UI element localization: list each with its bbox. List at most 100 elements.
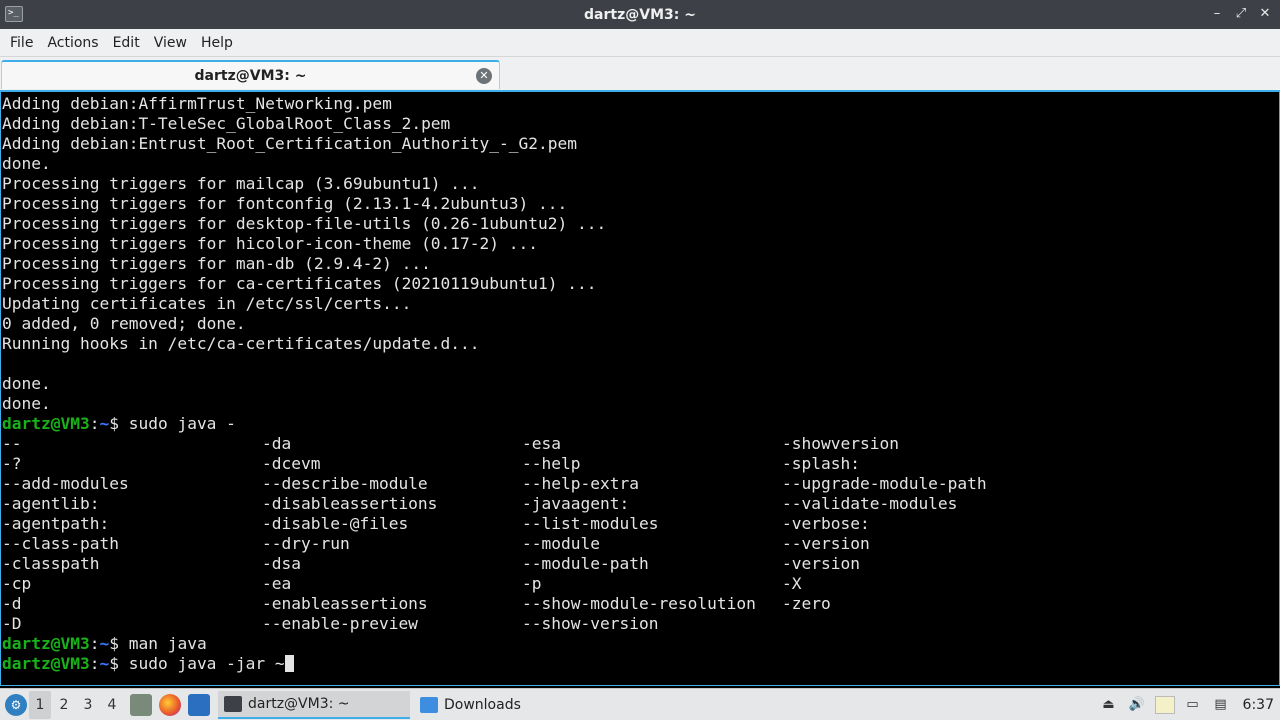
completion-option: --class-path	[2, 534, 119, 553]
terminal-app-icon[interactable]: >_	[5, 6, 23, 22]
output-line: 0 added, 0 removed; done.	[2, 314, 246, 333]
output-line: Processing triggers for mailcap (3.69ubu…	[2, 174, 480, 193]
completion-option: -showversion	[782, 434, 899, 453]
workspace-1[interactable]: 1	[29, 690, 51, 719]
output-line: done.	[2, 394, 51, 413]
output-line: Processing triggers for ca-certificates …	[2, 274, 597, 293]
tab-terminal[interactable]: dartz@VM3: ~ ✕	[1, 60, 500, 89]
prompt-separator: :	[89, 634, 100, 653]
menu-file[interactable]: File	[3, 29, 40, 57]
completion-option: --version	[782, 534, 870, 553]
completion-option: --show-module-resolution	[522, 594, 756, 613]
completion-option: --	[2, 434, 22, 453]
completion-option: --help	[522, 454, 581, 473]
prompt-path: ~	[99, 634, 110, 653]
completion-option: -esa	[522, 434, 561, 453]
completion-row: -? -dcevm --help -splash:	[1, 454, 1279, 474]
completion-option: --module-path	[522, 554, 649, 573]
completion-option: --dry-run	[262, 534, 350, 553]
completion-option: -verbose:	[782, 514, 870, 533]
command-text: sudo java -	[128, 414, 236, 433]
prompt-symbol: $	[109, 414, 129, 433]
tab-close-icon[interactable]: ✕	[476, 68, 492, 84]
menu-help[interactable]: Help	[194, 29, 240, 57]
workspace-3[interactable]: 3	[77, 691, 99, 719]
firefox-launcher-icon[interactable]	[159, 693, 181, 716]
close-button[interactable]: ✕	[1258, 6, 1272, 22]
output-line: Processing triggers for man-db (2.9.4-2)…	[2, 254, 431, 273]
output-line: Adding debian:Entrust_Root_Certification…	[2, 134, 577, 153]
completion-option: -disable-@files	[262, 514, 409, 533]
eject-icon[interactable]: ⏏	[1099, 696, 1119, 714]
output-line: Adding debian:AffirmTrust_Networking.pem	[2, 94, 392, 113]
completion-option: -agentpath:	[2, 514, 110, 533]
completion-row: -agentlib: -disableassertions -javaagent: -…	[1, 494, 1279, 514]
task-terminal[interactable]: dartz@VM3: ~	[218, 690, 410, 719]
update-notifier-icon[interactable]: ▤	[1211, 696, 1231, 714]
prompt-path: ~	[99, 654, 110, 673]
completion-row: -cp -ea -p -X	[1, 574, 1279, 594]
completion-option: --module	[522, 534, 600, 553]
output-line: Updating certificates in /etc/ssl/certs.…	[2, 294, 412, 313]
completion-option: --validate-modules	[782, 494, 958, 513]
start-menu-icon[interactable]: ⚙	[5, 693, 27, 716]
prompt-symbol: $	[109, 634, 129, 653]
prompt-user: dartz@VM3	[2, 654, 90, 673]
menu-view[interactable]: View	[147, 29, 194, 57]
completion-option: -p	[522, 574, 542, 593]
clock[interactable]: 6:37	[1243, 697, 1274, 713]
window-controls: – ⤢ ✕	[1210, 6, 1272, 22]
tab-title: dartz@VM3: ~	[194, 67, 307, 84]
completion-option: -agentlib:	[2, 494, 100, 513]
completion-option: -X	[782, 574, 802, 593]
prompt-path: ~	[99, 414, 110, 433]
prompt-line: dartz@VM3:~$ sudo java -	[1, 414, 1279, 434]
prompt-line: dartz@VM3:~$ man java	[1, 634, 1279, 654]
completion-row: -classpath -dsa --module-path -version	[1, 554, 1279, 574]
taskbar: ⚙ 1 2 3 4 dartz@VM3: ~ Downloads ⏏ 🔊 ▭ ▤…	[0, 688, 1280, 720]
menu-actions[interactable]: Actions	[40, 29, 105, 57]
menu-edit[interactable]: Edit	[106, 29, 147, 57]
clipboard-icon[interactable]	[1154, 695, 1175, 714]
network-icon[interactable]: ▭	[1183, 696, 1203, 714]
completion-option: --add-modules	[2, 474, 129, 493]
output-line: Processing triggers for hicolor-icon-the…	[2, 234, 539, 253]
completion-option: -classpath	[2, 554, 100, 573]
completion-option: --enable-preview	[262, 614, 418, 633]
text-cursor	[284, 655, 294, 672]
completion-option: -dsa	[262, 554, 301, 573]
completion-option: -da	[262, 434, 292, 453]
workspace-2[interactable]: 2	[53, 691, 75, 719]
completion-option: --upgrade-module-path	[782, 474, 987, 493]
completion-option: -disableassertions	[262, 494, 438, 513]
maximize-button[interactable]: ⤢	[1234, 6, 1248, 22]
volume-icon[interactable]: 🔊	[1127, 696, 1147, 714]
desktop-launcher-icon[interactable]	[188, 693, 210, 716]
command-input[interactable]: sudo java -jar ~	[129, 654, 285, 673]
completion-row: -d -enableassertions --show-module-resolut…	[1, 594, 1279, 614]
completion-row: --class-path --dry-run --module --version	[1, 534, 1279, 554]
minimize-button[interactable]: –	[1210, 6, 1224, 22]
prompt-separator: :	[89, 414, 100, 433]
output-line: Running hooks in /etc/ca-certificates/up…	[2, 334, 480, 353]
window-title: dartz@VM3: ~	[584, 6, 696, 23]
completion-option: -d	[2, 594, 22, 613]
terminal-output[interactable]: Adding debian:AffirmTrust_Networking.pem…	[0, 90, 1280, 686]
output-line: Adding debian:T-TeleSec_GlobalRoot_Class…	[2, 114, 451, 133]
file-manager-launcher-icon[interactable]	[130, 693, 152, 716]
completion-option: -splash:	[782, 454, 860, 473]
completion-option: --help-extra	[522, 474, 639, 493]
prompt-separator: :	[89, 654, 100, 673]
task-label: Downloads	[444, 696, 521, 713]
output-line: Processing triggers for desktop-file-uti…	[2, 214, 607, 233]
completion-row: -- -da -esa -showversion	[1, 434, 1279, 454]
system-tray: ⏏ 🔊 ▭ ▤ 6:37	[1099, 695, 1280, 714]
completion-row: --add-modules --describe-module --help-ext…	[1, 474, 1279, 494]
prompt-line-current[interactable]: dartz@VM3:~$ sudo java -jar ~	[1, 654, 1279, 674]
task-downloads[interactable]: Downloads	[414, 691, 527, 719]
workspace-4[interactable]: 4	[101, 691, 123, 719]
folder-icon	[420, 696, 438, 713]
completion-option: -cp	[2, 574, 32, 593]
completion-row: -agentpath: -disable-@files --list-modules…	[1, 514, 1279, 534]
